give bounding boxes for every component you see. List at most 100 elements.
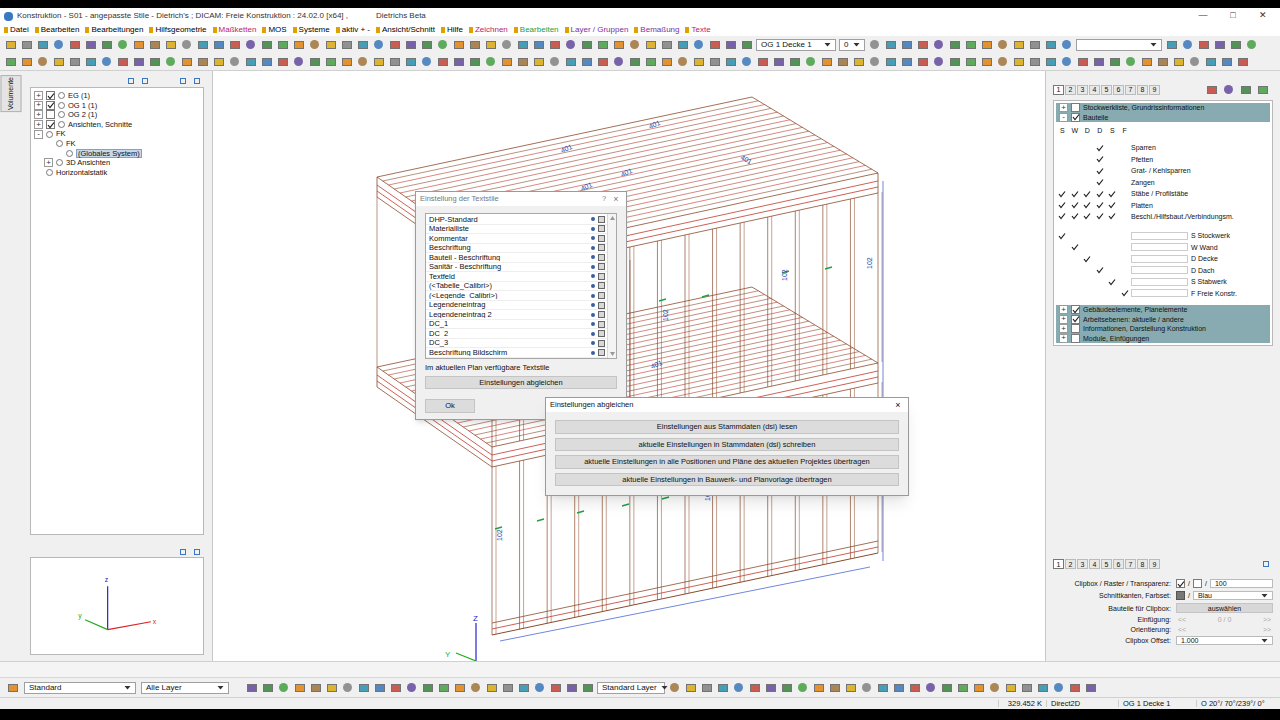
tool-icon[interactable] <box>516 55 529 68</box>
tool-icon[interactable] <box>261 681 274 694</box>
panel-window-icon[interactable] <box>142 78 148 84</box>
tool-icon[interactable] <box>972 681 985 694</box>
tool-icon[interactable] <box>708 55 721 68</box>
panel-arrow-icon[interactable] <box>1263 561 1269 567</box>
tool-icon[interactable] <box>1181 38 1194 51</box>
layer-filter-select[interactable]: Alle Layer <box>141 682 229 694</box>
tool-icon[interactable] <box>292 38 305 51</box>
colorset-select[interactable]: Blau <box>1193 591 1273 600</box>
tool-icon[interactable] <box>52 38 65 51</box>
floor-index-field[interactable]: 0 <box>839 39 865 51</box>
tree-item[interactable]: (Globales System) <box>34 149 200 159</box>
menu-item[interactable]: Ansicht/Schnitt <box>376 26 435 34</box>
tool-icon[interactable] <box>36 55 49 68</box>
tool-icon[interactable] <box>565 681 578 694</box>
tool-icon[interactable] <box>500 55 513 68</box>
tool-icon[interactable] <box>1108 55 1121 68</box>
tree-item[interactable]: FK <box>34 139 200 149</box>
tool-icon[interactable] <box>373 681 386 694</box>
tool-icon[interactable] <box>628 38 641 51</box>
tree-item[interactable]: +OG 2 (1) <box>34 110 200 120</box>
group-header[interactable]: -Bauteile <box>1056 112 1270 121</box>
tree-checkbox[interactable] <box>46 110 55 119</box>
tool-icon[interactable] <box>940 681 953 694</box>
panel-tab[interactable]: 5 <box>1101 559 1112 569</box>
system-field[interactable] <box>1131 232 1188 240</box>
tool-icon[interactable] <box>341 681 354 694</box>
orient-next-button[interactable]: >> <box>1261 626 1273 633</box>
tool-icon[interactable] <box>20 55 33 68</box>
tree-checkbox[interactable] <box>46 120 55 129</box>
tool-icon[interactable] <box>948 55 961 68</box>
expander[interactable]: - <box>34 130 43 139</box>
panel-tab[interactable]: 9 <box>1149 85 1160 95</box>
menu-item[interactable]: aktiv + - <box>336 26 370 34</box>
tool-icon[interactable] <box>260 38 273 51</box>
tool-icon[interactable] <box>908 681 921 694</box>
style-edit-icon[interactable] <box>598 263 605 270</box>
tool-icon[interactable] <box>1060 38 1073 51</box>
tool-icon[interactable] <box>148 55 161 68</box>
style-edit-icon[interactable] <box>598 321 605 328</box>
tool-icon[interactable] <box>420 38 433 51</box>
tool-icon[interactable] <box>388 55 401 68</box>
sync-option-button[interactable]: aktuelle Einstellungen in alle Positione… <box>555 455 899 469</box>
tool-icon[interactable] <box>868 55 881 68</box>
group-checkbox[interactable] <box>1071 305 1080 314</box>
tool-icon[interactable] <box>748 681 761 694</box>
menu-item[interactable]: MOS <box>262 26 286 34</box>
tool-icon[interactable] <box>564 38 577 51</box>
style-edit-icon[interactable] <box>598 225 605 232</box>
system-row[interactable]: F Freie Konstr. <box>1056 288 1270 299</box>
tool-icon[interactable] <box>356 38 369 51</box>
tool-icon[interactable] <box>892 681 905 694</box>
menu-item[interactable]: Datei <box>4 26 29 34</box>
tool-icon[interactable] <box>1188 55 1201 68</box>
tool-icon[interactable] <box>1084 681 1097 694</box>
tree-item[interactable]: Horizontalstatik <box>34 168 200 178</box>
style-edit-icon[interactable] <box>598 282 605 289</box>
tool-icon[interactable] <box>132 38 145 51</box>
tree-checkbox[interactable] <box>46 101 55 110</box>
tool-icon[interactable] <box>84 38 97 51</box>
tool-icon[interactable] <box>484 38 497 51</box>
side-tab[interactable]: Volumente <box>1 75 22 112</box>
layer-select[interactable]: Standard Layer <box>597 682 665 694</box>
part-row[interactable]: Pfetten <box>1056 153 1270 164</box>
panel-tab[interactable]: 8 <box>1137 559 1148 569</box>
tree-item[interactable]: +Ansichten, Schnitte <box>34 120 200 130</box>
list-scrollbar[interactable] <box>607 214 616 358</box>
tool-icon[interactable] <box>453 681 466 694</box>
tool-icon[interactable] <box>277 681 290 694</box>
menu-item[interactable]: Bearbeiten <box>35 26 80 34</box>
style-row[interactable]: Materialliste <box>426 225 607 235</box>
tool-icon[interactable] <box>228 38 241 51</box>
system-row[interactable]: D Dach <box>1056 265 1270 276</box>
tool-icon[interactable] <box>389 681 402 694</box>
tool-icon[interactable] <box>372 55 385 68</box>
tool-icon[interactable] <box>180 38 193 51</box>
tool-icon[interactable] <box>724 38 737 51</box>
panel-close-icon[interactable] <box>194 78 200 84</box>
tool-icon[interactable] <box>788 55 801 68</box>
panel-arrow-icon[interactable] <box>180 78 186 84</box>
tool-icon[interactable] <box>868 38 881 51</box>
style-select[interactable]: Standard <box>24 682 136 694</box>
style-row[interactable]: Sanitär - Beschriftung <box>426 263 607 273</box>
tree-item[interactable]: -FK <box>34 129 200 139</box>
tool-icon[interactable] <box>325 681 338 694</box>
tool-icon[interactable] <box>684 681 697 694</box>
panel-tab[interactable]: 4 <box>1089 559 1100 569</box>
tool-icon[interactable] <box>484 55 497 68</box>
expander[interactable]: + <box>34 101 43 110</box>
tool-icon[interactable] <box>308 38 321 51</box>
expander[interactable]: + <box>1059 305 1068 314</box>
tool-icon[interactable] <box>500 38 513 51</box>
style-row[interactable]: DC_2 <box>426 329 607 339</box>
style-row[interactable]: (<Tabelle_Calibri>) <box>426 282 607 292</box>
tool-icon[interactable] <box>884 38 897 51</box>
tool-icon[interactable] <box>844 681 857 694</box>
panel-tab[interactable]: 3 <box>1077 85 1088 95</box>
expander[interactable]: + <box>44 158 53 167</box>
panel-tab[interactable]: 7 <box>1125 85 1136 95</box>
